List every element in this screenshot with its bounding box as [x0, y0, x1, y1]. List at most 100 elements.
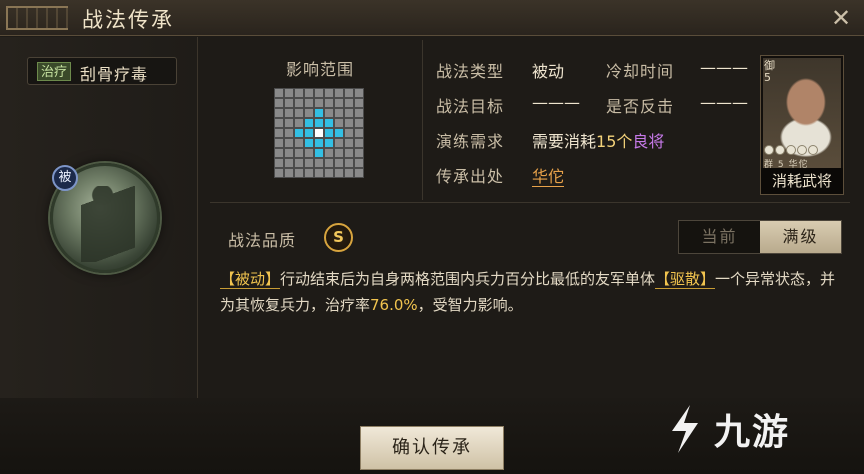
range-cell-area: [304, 118, 314, 128]
hero-card-label: 消耗武将: [761, 168, 843, 194]
range-cell: [284, 158, 294, 168]
range-cell: [274, 108, 284, 118]
range-cell: [354, 148, 364, 158]
jiuyou-logo-icon: [660, 401, 708, 457]
range-cell: [354, 108, 364, 118]
range-cell: [314, 168, 324, 178]
range-cell-area: [324, 138, 334, 148]
range-cell: [314, 88, 324, 98]
skill-type-label: 战法类型: [436, 62, 505, 81]
range-cell: [354, 98, 364, 108]
desc-passive-tag: 【被动】: [220, 270, 281, 289]
divider: [210, 202, 850, 203]
requirement-count: 15个: [596, 132, 633, 151]
desc-text-3: ，受智力影响。: [417, 296, 523, 314]
range-cell-area: [324, 118, 334, 128]
title-bar: 战法传承 ✕: [0, 0, 864, 36]
star-icon: [764, 145, 774, 155]
range-cell: [304, 98, 314, 108]
range-cell: [294, 148, 304, 158]
range-cell: [284, 128, 294, 138]
range-cell-area: [304, 128, 314, 138]
range-cell: [274, 88, 284, 98]
requirement-label: 演练需求: [436, 132, 505, 151]
range-cell: [294, 98, 304, 108]
range-cell: [324, 88, 334, 98]
quality-badge: S: [324, 223, 353, 252]
watermark-text: 九游: [714, 412, 791, 453]
target-value: ———: [532, 93, 580, 112]
cooldown-value: ———: [700, 58, 748, 77]
tab-max-level[interactable]: 满级: [760, 221, 841, 253]
tab-current[interactable]: 当前: [679, 221, 760, 253]
skill-description: 【被动】行动结束后为自身两格范围内兵力百分比最低的友军单体【驱散】一个异常状态，…: [220, 266, 840, 318]
range-cell: [294, 88, 304, 98]
range-cell: [334, 118, 344, 128]
range-cell-area: [294, 128, 304, 138]
range-label: 影响范围: [285, 60, 354, 79]
range-cell-area: [324, 128, 334, 138]
range-cell: [344, 158, 354, 168]
skill-name-box: 治疗 刮骨疗毒: [27, 57, 177, 85]
range-cell: [324, 148, 334, 158]
range-cell: [334, 108, 344, 118]
range-cell: [354, 128, 364, 138]
range-cell-area: [314, 118, 324, 128]
range-cell: [314, 158, 324, 168]
range-cell: [354, 118, 364, 128]
range-cell: [284, 98, 294, 108]
range-cell: [294, 138, 304, 148]
skill-type-tag: 治疗: [37, 62, 72, 81]
star-icon: [775, 145, 785, 155]
range-cell-area: [334, 128, 344, 138]
source-hero-link[interactable]: 华佗: [532, 167, 565, 187]
range-cell: [294, 158, 304, 168]
target-label: 战法目标: [436, 97, 505, 116]
range-cell: [314, 98, 324, 108]
range-cell: [274, 138, 284, 148]
cooldown-label: 冷却时间: [606, 62, 675, 81]
range-cell: [274, 98, 284, 108]
range-cell-area: [304, 138, 314, 148]
star-icon: [797, 145, 807, 155]
star-icon: [808, 145, 818, 155]
range-cell: [354, 158, 364, 168]
source-label: 传承出处: [436, 167, 505, 186]
source-value: 华佗: [532, 163, 565, 187]
range-cell: [334, 138, 344, 148]
range-cell: [324, 158, 334, 168]
range-cell: [344, 128, 354, 138]
range-cell: [334, 88, 344, 98]
range-cell: [284, 88, 294, 98]
quality-label: 战法品质: [228, 231, 297, 250]
desc-heal-rate: 76.0%: [370, 296, 418, 314]
confirm-inherit-button[interactable]: 确认传承: [360, 426, 504, 470]
range-cell: [304, 88, 314, 98]
skill-type-value: 被动: [532, 62, 565, 81]
desc-text-1: 行动结束后为自身两格范围内兵力百分比最低的友军单体: [280, 270, 656, 288]
close-icon[interactable]: ✕: [828, 5, 854, 31]
range-cell: [324, 108, 334, 118]
range-grid: [274, 88, 364, 178]
range-cell: [274, 118, 284, 128]
desc-dispel-tag: 【驱散】: [655, 270, 716, 289]
range-cell: [294, 118, 304, 128]
range-cell: [334, 158, 344, 168]
window-title: 战法传承: [82, 8, 174, 32]
range-cell: [334, 98, 344, 108]
range-cell: [344, 98, 354, 108]
range-cell-self: [314, 128, 324, 138]
range-cell: [304, 108, 314, 118]
divider: [422, 40, 423, 200]
counter-value: ———: [700, 93, 748, 112]
range-cell: [274, 148, 284, 158]
range-cell: [324, 168, 334, 178]
passive-badge: 被: [52, 165, 78, 191]
range-cell: [294, 108, 304, 118]
range-cell: [354, 138, 364, 148]
range-cell: [284, 168, 294, 178]
hero-card[interactable]: 御 5 群 5 华佗 消耗武将: [760, 55, 844, 195]
hero-cost: 御 5: [764, 59, 775, 84]
range-cell: [284, 138, 294, 148]
range-cell: [344, 118, 354, 128]
